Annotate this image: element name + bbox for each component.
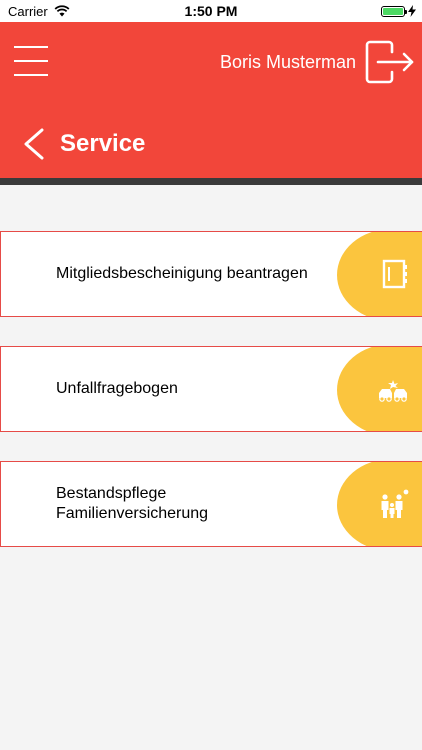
service-item-label: Unfallfragebogen — [56, 379, 326, 399]
family-icon — [381, 489, 409, 518]
service-item-mitgliedsbescheinigung[interactable]: Mitgliedsbescheinigung beantragen — [0, 231, 422, 317]
header-divider — [0, 178, 422, 185]
service-item-label: Mitgliedsbescheinigung beantragen — [56, 264, 326, 284]
label-line: Unfallfragebogen — [56, 380, 178, 397]
user-name: Boris Musterman — [219, 52, 356, 72]
service-item-unfallfragebogen[interactable]: Unfallfragebogen — [0, 346, 422, 432]
label-line: Bestandspflege — [56, 485, 167, 502]
notebook-icon — [382, 259, 407, 289]
battery-icon — [381, 5, 407, 17]
label-line: Familienversicherung — [56, 505, 209, 522]
status-bar: Carrier 1:50 PM — [0, 0, 422, 22]
page-title: Service — [60, 130, 146, 157]
car-accident-icon — [379, 380, 407, 402]
chevron-left-icon[interactable] — [22, 128, 46, 160]
label-line: Mitgliedsbescheinigung beantragen — [56, 265, 308, 282]
status-time: 1:50 PM — [184, 3, 238, 19]
hamburger-menu-icon[interactable] — [14, 44, 48, 78]
service-item-bestandspflege[interactable]: Bestandspflege Familienversicherung — [0, 461, 422, 547]
service-item-label: Bestandspflege Familienversicherung — [56, 484, 326, 524]
logout-icon[interactable] — [364, 40, 416, 84]
app-header: Boris Musterman Service — [0, 22, 422, 178]
